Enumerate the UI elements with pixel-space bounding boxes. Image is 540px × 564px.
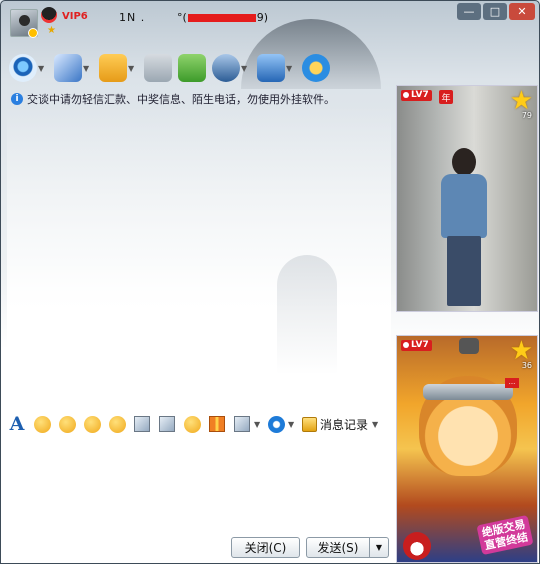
chat-toolbar: ▼ ▼ ▼ ▼ ▼ [9, 51, 336, 85]
send-file-button[interactable]: ▼ [99, 52, 138, 84]
chevron-down-icon[interactable]: ▼ [241, 64, 251, 73]
mail-icon [144, 54, 172, 82]
mascot-icon [403, 532, 431, 560]
chevron-down-icon[interactable]: ▼ [372, 420, 380, 429]
shake-icon [83, 415, 101, 433]
send-image-button[interactable] [157, 414, 177, 434]
star-count: 79 [521, 111, 532, 120]
send-button[interactable]: 发送(S) [306, 537, 370, 558]
year-tag: 年 [439, 90, 453, 104]
hand-icon [108, 415, 126, 433]
chevron-down-icon[interactable]: ▼ [83, 64, 93, 73]
title-bar[interactable]: VIP6 ★ 1N . °( 9) — □ ✕ [1, 1, 539, 45]
my-show-image[interactable]: LV7 ★ 36 ... 绝版交易 直营终结 [396, 335, 538, 563]
level-badge: LV7 [401, 340, 432, 351]
window-controls: — □ ✕ [457, 3, 535, 20]
person-head [452, 148, 476, 176]
level-star-icon: ★ [47, 25, 56, 36]
font-icon[interactable]: A [7, 413, 27, 435]
person-torso [441, 174, 487, 238]
image-icon [159, 416, 175, 432]
person-figure [435, 146, 493, 311]
remote-desktop-icon [257, 54, 285, 82]
maximize-button[interactable]: □ [483, 3, 507, 20]
pencil-icon [134, 416, 150, 432]
level-badge: LV7 [401, 90, 432, 101]
voice-call-button[interactable]: ▼ [54, 52, 93, 84]
info-icon: i [11, 93, 23, 105]
voice-message-button[interactable] [107, 414, 127, 434]
chevron-down-icon[interactable]: ▼ [288, 420, 296, 429]
format-toolbar: A ▼ ▼ 消息记录 ▼ [7, 413, 384, 435]
show-panel: LV7 年 ★ 79 LV7 ★ 36 ... 绝版交易 直营终结 [396, 85, 539, 563]
contact-show-image[interactable]: LV7 年 ★ 79 [396, 85, 538, 312]
history-icon [302, 416, 317, 432]
qq-penguin-icon [41, 7, 57, 23]
online-status-icon [28, 28, 38, 38]
contact-info-button[interactable]: ▼ [212, 52, 251, 84]
contact-user-icon [212, 54, 240, 82]
microphone-icon [54, 54, 82, 82]
payment-button[interactable] [266, 414, 286, 434]
vip-badge[interactable]: VIP6 [62, 11, 88, 22]
gift-icon [209, 416, 225, 432]
video-call-button[interactable]: ▼ [9, 52, 48, 84]
shake-window-button[interactable] [82, 414, 102, 434]
app-button[interactable] [302, 52, 330, 84]
background-figure-decoration [277, 255, 337, 375]
create-group-icon [178, 54, 206, 82]
sound-tag[interactable]: ... [505, 378, 519, 388]
doodle-button[interactable] [132, 414, 152, 434]
chevron-down-icon[interactable]: ▼ [38, 64, 48, 73]
star-count: 36 [521, 361, 532, 370]
message-history-area[interactable] [7, 105, 391, 401]
chevron-down-icon[interactable]: ▼ [128, 64, 138, 73]
pet-icon [459, 338, 479, 354]
message-history-button[interactable]: 消息记录 ▼ [302, 416, 384, 433]
mail-button[interactable] [144, 52, 172, 84]
contact-id-prefix: °( [177, 11, 187, 24]
chat-window: VIP6 ★ 1N . °(9) — □ ✕ ▼ ▼ ▼ ▼ ▼ i 交谈中请勿… [0, 0, 540, 564]
smiley-icon [33, 415, 51, 433]
app-browser-icon [302, 54, 330, 82]
send-file-icon [99, 54, 127, 82]
message-input[interactable] [7, 439, 391, 531]
show-stamp: 绝版交易 直营终结 [476, 514, 534, 556]
music-button[interactable] [182, 414, 202, 434]
gift-button[interactable] [207, 414, 227, 434]
remote-desktop-button[interactable]: ▼ [257, 52, 296, 84]
person-legs [447, 236, 481, 306]
chevron-down-icon[interactable]: ▼ [286, 64, 296, 73]
close-window-button[interactable]: ✕ [509, 3, 535, 20]
contact-nickname[interactable]: 1N . [119, 11, 145, 24]
magic-emoji-icon [58, 415, 76, 433]
screenshot-icon [234, 416, 250, 432]
minimize-button[interactable]: — [457, 3, 481, 20]
create-group-button[interactable] [178, 52, 206, 84]
magic-emoji-button[interactable] [57, 414, 77, 434]
webcam-icon [9, 54, 37, 82]
contact-id-suffix: 9) [256, 11, 269, 24]
emoji-button[interactable] [32, 414, 52, 434]
message-history-label: 消息记录 [320, 417, 369, 432]
redaction-bar [187, 14, 256, 22]
music-icon [183, 415, 201, 433]
send-options-button[interactable]: ▼ [369, 537, 389, 558]
screenshot-button[interactable] [232, 414, 252, 434]
cartoon-headband [423, 384, 513, 400]
contact-id: °( 9) [177, 11, 268, 24]
chevron-down-icon[interactable]: ▼ [254, 420, 262, 429]
payment-icon [267, 415, 285, 433]
close-button[interactable]: 关闭(C) [231, 537, 300, 558]
